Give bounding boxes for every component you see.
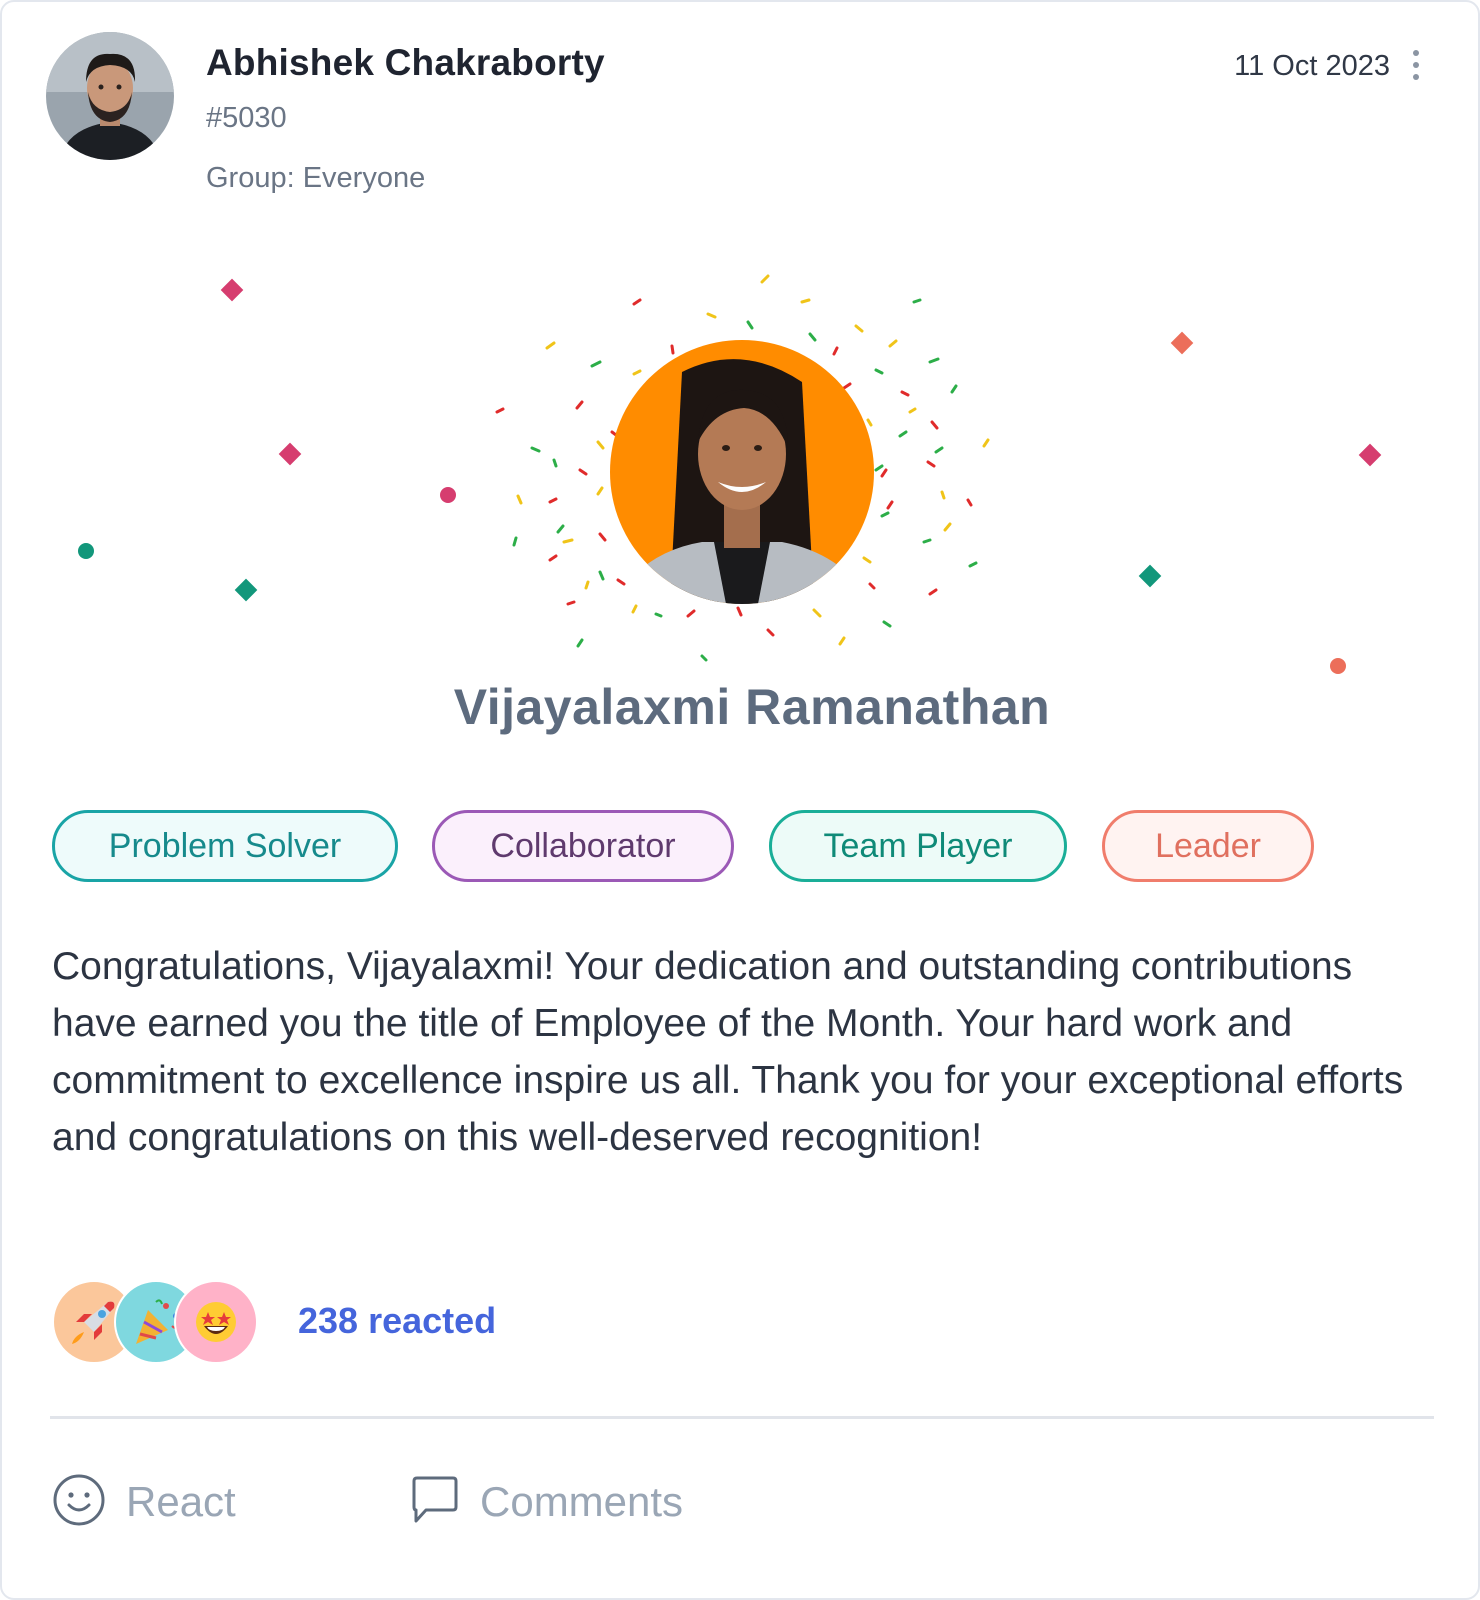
post-group: Group: Everyone — [206, 162, 426, 194]
reaction-summary[interactable] — [52, 1280, 262, 1364]
smiley-icon — [52, 1473, 106, 1532]
reaction-count-link[interactable]: 238 reacted — [298, 1300, 496, 1342]
footer-divider — [50, 1416, 1434, 1419]
comments-label: Comments — [480, 1478, 684, 1525]
tag-label: Team Player — [823, 826, 1013, 865]
tag-problem-solver[interactable]: Problem Solver — [52, 810, 398, 882]
star-struck-icon — [174, 1280, 258, 1364]
post-date: 11 Oct 2023 — [1234, 50, 1390, 82]
tag-label: Collaborator — [490, 826, 676, 865]
more-options-icon[interactable] — [1405, 48, 1427, 88]
react-label: React — [126, 1478, 236, 1525]
tag-label: Problem Solver — [108, 826, 342, 865]
comments-button[interactable]: Comments — [410, 1472, 683, 1532]
tag-team-player[interactable]: Team Player — [769, 810, 1067, 882]
recipient-name: Vijayalaxmi Ramanathan — [453, 679, 1051, 735]
tag-label: Leader — [1155, 826, 1261, 865]
recognition-post-card: Abhishek Chakraborty #5030 Group: Everyo… — [0, 0, 1480, 1600]
tag-collaborator[interactable]: Collaborator — [432, 810, 734, 882]
tag-leader[interactable]: Leader — [1102, 810, 1314, 882]
recognition-message: Congratulations, Vijayalaxmi! Your dedic… — [52, 945, 1404, 1159]
comment-icon — [410, 1475, 460, 1530]
post-id: #5030 — [206, 102, 287, 134]
author-avatar[interactable] — [46, 32, 174, 160]
react-button[interactable]: React — [52, 1472, 236, 1532]
author-name[interactable]: Abhishek Chakraborty — [206, 42, 605, 84]
